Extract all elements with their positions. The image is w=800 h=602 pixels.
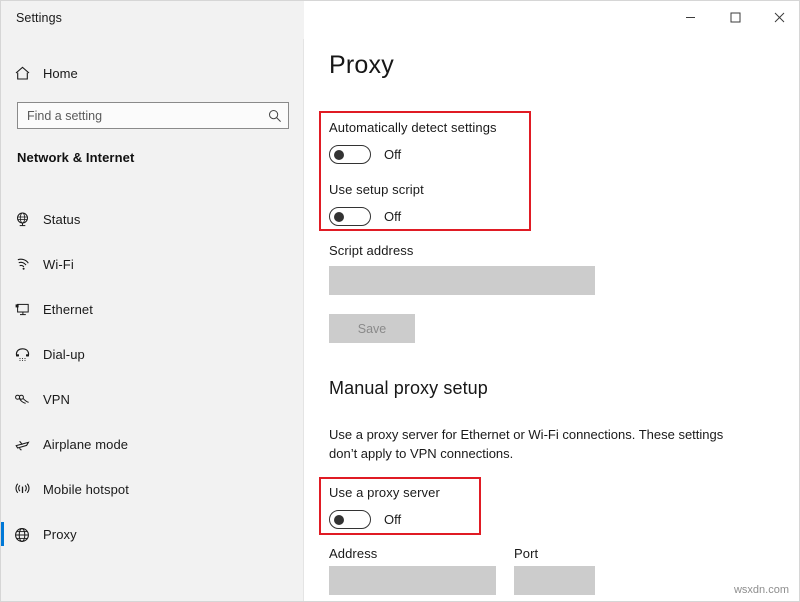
sidebar-item-vpn[interactable]: VPN	[1, 377, 304, 422]
minimize-icon	[685, 16, 695, 18]
vpn-icon	[1, 391, 43, 408]
globe-status-icon	[1, 211, 43, 228]
selection-indicator	[1, 297, 4, 321]
selection-indicator	[1, 477, 4, 501]
wifi-icon	[1, 256, 43, 273]
sidebar-nav-list: Status Wi-Fi Ethernet Dial-up VPN Airpla…	[1, 197, 304, 557]
selection-indicator	[1, 432, 4, 456]
sidebar-item-mobile-hotspot[interactable]: Mobile hotspot	[1, 467, 304, 512]
script-address-input[interactable]	[329, 266, 595, 295]
dialup-phone-icon	[1, 346, 43, 363]
content-pane: Proxy Automatically detect settings Off …	[305, 1, 799, 601]
address-input[interactable]	[329, 566, 496, 595]
hotspot-icon	[1, 481, 43, 498]
setup-script-label: Use setup script	[329, 182, 424, 197]
auto-detect-toggle-state: Off	[384, 147, 402, 162]
setup-script-toggle-row[interactable]: Off	[329, 207, 401, 226]
window-title: Settings	[16, 11, 62, 25]
watermark: wsxdn.com	[733, 584, 789, 596]
manual-proxy-setup-heading: Manual proxy setup	[329, 378, 488, 398]
selection-indicator	[1, 522, 4, 546]
auto-detect-toggle-row[interactable]: Off	[329, 145, 401, 164]
use-proxy-server-toggle-state: Off	[384, 512, 402, 527]
toggle-knob	[334, 211, 344, 222]
minimize-button[interactable]	[667, 1, 713, 33]
sidebar-item-status[interactable]: Status	[1, 197, 304, 242]
close-button[interactable]	[756, 1, 799, 33]
home-icon	[1, 65, 43, 82]
port-input[interactable]	[514, 566, 595, 595]
globe-proxy-icon	[1, 526, 43, 544]
airplane-icon	[1, 436, 43, 453]
sidebar-category-title: Network & Internet	[17, 150, 135, 165]
save-button[interactable]: Save	[329, 314, 415, 343]
selection-indicator	[1, 252, 4, 276]
toggle-knob	[334, 514, 344, 525]
sidebar-item-ethernet-label: Ethernet	[43, 302, 93, 317]
sidebar-item-airplane-mode[interactable]: Airplane mode	[1, 422, 304, 467]
use-proxy-server-toggle-row[interactable]: Off	[329, 510, 401, 529]
sidebar-item-proxy-label: Proxy	[43, 527, 77, 542]
address-label: Address	[329, 546, 378, 561]
close-icon	[774, 12, 784, 22]
title-bar: Settings	[1, 1, 799, 39]
ethernet-icon	[1, 301, 43, 318]
search-input[interactable]	[18, 108, 262, 123]
maximize-icon	[730, 12, 740, 22]
sidebar: Home Network & Internet	[1, 1, 304, 601]
sidebar-item-status-label: Status	[43, 212, 81, 227]
sidebar-item-home[interactable]: Home	[1, 59, 304, 87]
sidebar-item-ethernet[interactable]: Ethernet	[1, 287, 304, 332]
sidebar-item-proxy[interactable]: Proxy	[1, 512, 304, 557]
script-address-label: Script address	[329, 243, 414, 258]
selection-indicator	[1, 387, 4, 411]
sidebar-item-home-label: Home	[43, 65, 78, 81]
setup-script-toggle[interactable]	[329, 207, 371, 226]
search-icon[interactable]	[262, 109, 288, 123]
settings-window: Settings Home Find a setting Network & I…	[0, 0, 800, 602]
sidebar-item-wifi[interactable]: Wi-Fi	[1, 242, 304, 287]
sidebar-item-airplane-mode-label: Airplane mode	[43, 437, 129, 452]
port-label: Port	[514, 546, 539, 561]
sidebar-item-wifi-label: Wi-Fi	[43, 257, 74, 272]
maximize-button[interactable]	[712, 1, 758, 33]
sidebar-item-dialup-label: Dial-up	[43, 347, 85, 362]
toggle-knob	[334, 149, 344, 160]
sidebar-item-mobile-hotspot-label: Mobile hotspot	[43, 482, 129, 497]
setup-script-toggle-state: Off	[384, 209, 402, 224]
search-box[interactable]	[17, 102, 289, 129]
auto-detect-label: Automatically detect settings	[329, 120, 497, 135]
auto-detect-toggle[interactable]	[329, 145, 371, 164]
selection-indicator	[1, 207, 4, 231]
page-title: Proxy	[329, 51, 394, 79]
use-proxy-server-label: Use a proxy server	[329, 485, 440, 500]
manual-proxy-description: Use a proxy server for Ethernet or Wi-Fi…	[329, 427, 724, 461]
selection-indicator	[1, 342, 4, 366]
sidebar-item-dialup[interactable]: Dial-up	[1, 332, 304, 377]
sidebar-item-vpn-label: VPN	[43, 392, 71, 407]
use-proxy-server-toggle[interactable]	[329, 510, 371, 529]
